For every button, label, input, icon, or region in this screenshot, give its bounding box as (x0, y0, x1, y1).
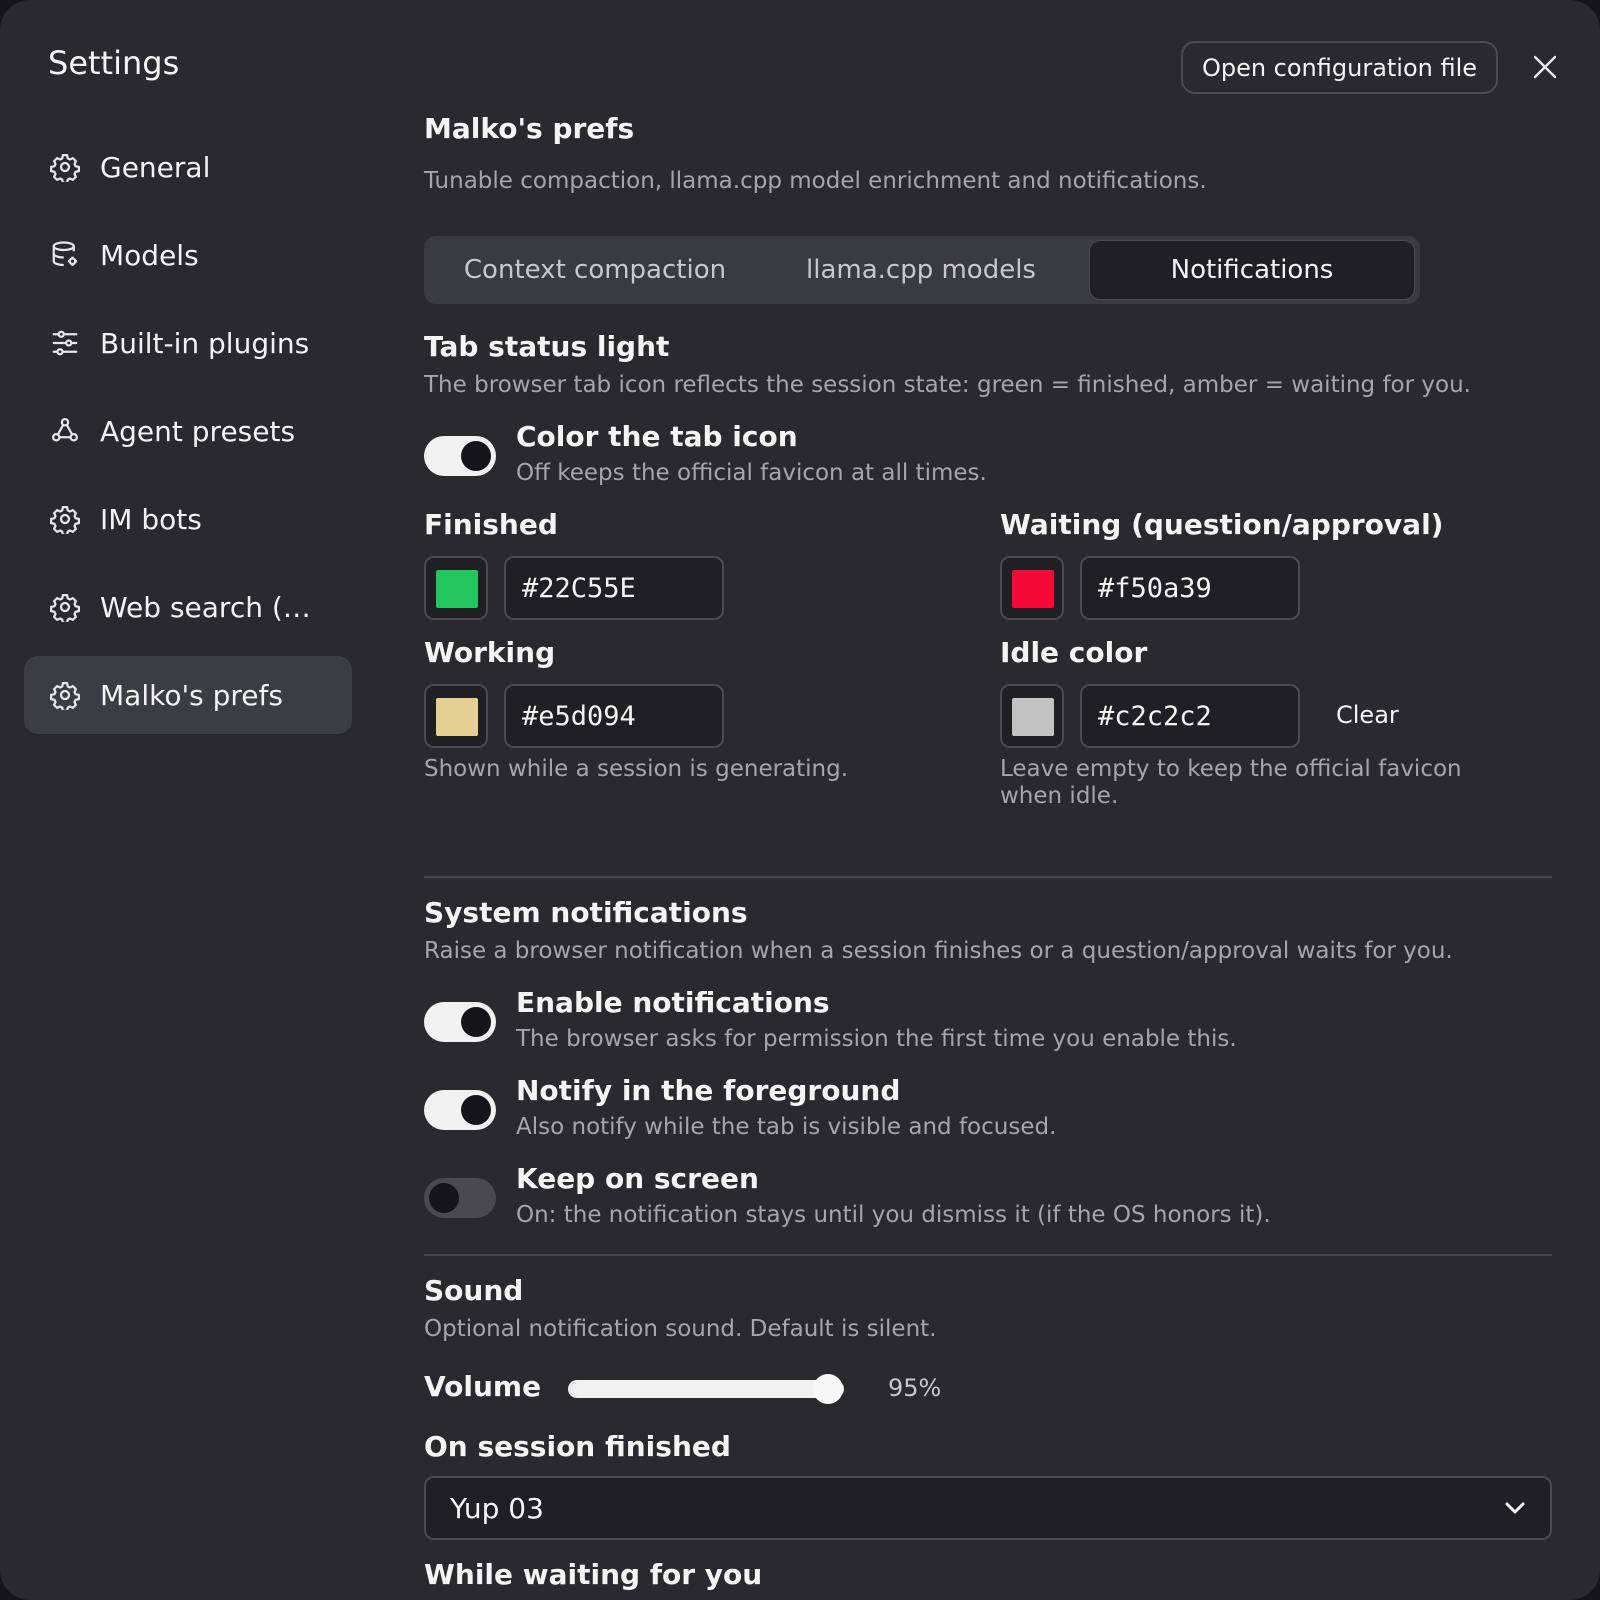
page-title: Malko's prefs (424, 112, 635, 145)
notify-foreground-title: Notify in the foreground (516, 1074, 901, 1107)
close-icon (1533, 55, 1557, 79)
idle-swatch (1012, 698, 1054, 736)
keep-on-screen-toggle[interactable] (424, 1178, 496, 1218)
waiting-hex-input[interactable] (1080, 556, 1300, 620)
close-button[interactable] (1530, 52, 1560, 82)
on-session-finished-label: On session finished (424, 1430, 731, 1463)
tab-status-heading: Tab status light (424, 330, 670, 363)
sound-desc: Optional notification sound. Default is … (424, 1316, 937, 1342)
on-session-finished-value: Yup 03 (450, 1491, 544, 1525)
tab-bar: Context compaction llama.cpp models Noti… (424, 236, 1420, 304)
idle-clear-button[interactable]: Clear (1336, 701, 1399, 729)
finished-color-picker[interactable] (424, 556, 488, 620)
chevron-down-icon (1505, 1502, 1525, 1514)
sidebar-item-label: IM bots (100, 502, 202, 536)
waiting-swatch (1012, 570, 1054, 608)
color-tab-icon-title: Color the tab icon (516, 420, 798, 453)
working-label: Working (424, 636, 556, 669)
database-icon (50, 240, 80, 270)
volume-slider-thumb[interactable] (813, 1374, 843, 1404)
color-tab-icon-desc: Off keeps the official favicon at all ti… (516, 460, 987, 486)
tab-notifications[interactable]: Notifications (1090, 241, 1414, 299)
sliders-icon (50, 328, 80, 358)
volume-slider-fill (570, 1382, 828, 1396)
tab-context-compaction[interactable]: Context compaction (434, 236, 756, 304)
sidebar-item-built-in-plugins[interactable]: Built-in plugins (24, 304, 352, 382)
section-divider (424, 876, 1552, 878)
tab-status-desc: The browser tab icon reflects the sessio… (424, 372, 1471, 398)
enable-notifications-title: Enable notifications (516, 986, 830, 1019)
sidebar-item-models[interactable]: Models (24, 216, 352, 294)
idle-hex-input[interactable] (1080, 684, 1300, 748)
gear-icon (50, 504, 80, 534)
while-waiting-label: While waiting for you (424, 1558, 763, 1591)
open-config-button[interactable]: Open configuration file (1181, 41, 1498, 94)
sidebar-item-label: Models (100, 238, 199, 272)
idle-hint-line-2: when idle. (1000, 783, 1119, 809)
enable-notifications-desc: The browser asks for permission the firs… (516, 1026, 1237, 1052)
color-tab-icon-toggle[interactable] (424, 436, 496, 476)
finished-swatch (436, 570, 478, 608)
system-notifications-desc: Raise a browser notification when a sess… (424, 938, 1453, 964)
waiting-label: Waiting (question/approval) (1000, 508, 1444, 541)
sidebar-item-web-search[interactable]: Web search (… (24, 568, 352, 646)
finished-hex-input[interactable] (504, 556, 724, 620)
idle-label: Idle color (1000, 636, 1148, 669)
idle-hint-line-1: Leave empty to keep the official favicon (1000, 756, 1462, 782)
volume-slider[interactable] (568, 1374, 844, 1404)
keep-on-screen-desc: On: the notification stays until you dis… (516, 1202, 1271, 1228)
notify-foreground-desc: Also notify while the tab is visible and… (516, 1114, 1057, 1140)
sidebar-item-im-bots[interactable]: IM bots (24, 480, 352, 558)
working-hex-input[interactable] (504, 684, 724, 748)
sidebar-item-malkos-prefs[interactable]: Malko's prefs (24, 656, 352, 734)
keep-on-screen-title: Keep on screen (516, 1162, 759, 1195)
finished-label: Finished (424, 508, 558, 541)
sidebar-item-label: Agent presets (100, 414, 296, 448)
gear-icon (50, 592, 80, 622)
working-swatch (436, 698, 478, 736)
settings-dialog: Settings Open configuration file General (0, 0, 1600, 1600)
volume-value: 95% (888, 1374, 942, 1402)
sidebar-item-label: Built-in plugins (100, 326, 310, 360)
sidebar-item-label: Web search (… (100, 590, 311, 624)
nodes-icon (50, 416, 80, 446)
sidebar-item-label: General (100, 150, 211, 184)
gear-icon (50, 152, 80, 182)
sound-heading: Sound (424, 1274, 524, 1307)
dialog-title: Settings (48, 44, 180, 82)
sidebar-item-label: Malko's prefs (100, 678, 283, 712)
volume-label: Volume (424, 1370, 542, 1403)
on-session-finished-select[interactable]: Yup 03 (424, 1476, 1552, 1540)
working-color-picker[interactable] (424, 684, 488, 748)
waiting-color-picker[interactable] (1000, 556, 1064, 620)
tab-llama-cpp-models[interactable]: llama.cpp models (756, 236, 1086, 304)
sidebar-item-general[interactable]: General (24, 128, 352, 206)
idle-color-picker[interactable] (1000, 684, 1064, 748)
notify-foreground-toggle[interactable] (424, 1090, 496, 1130)
working-hint: Shown while a session is generating. (424, 756, 849, 782)
section-divider (424, 1254, 1552, 1256)
page-subtitle: Tunable compaction, llama.cpp model enri… (424, 168, 1207, 194)
enable-notifications-toggle[interactable] (424, 1002, 496, 1042)
gear-icon (50, 680, 80, 710)
sidebar-item-agent-presets[interactable]: Agent presets (24, 392, 352, 470)
system-notifications-heading: System notifications (424, 896, 748, 929)
